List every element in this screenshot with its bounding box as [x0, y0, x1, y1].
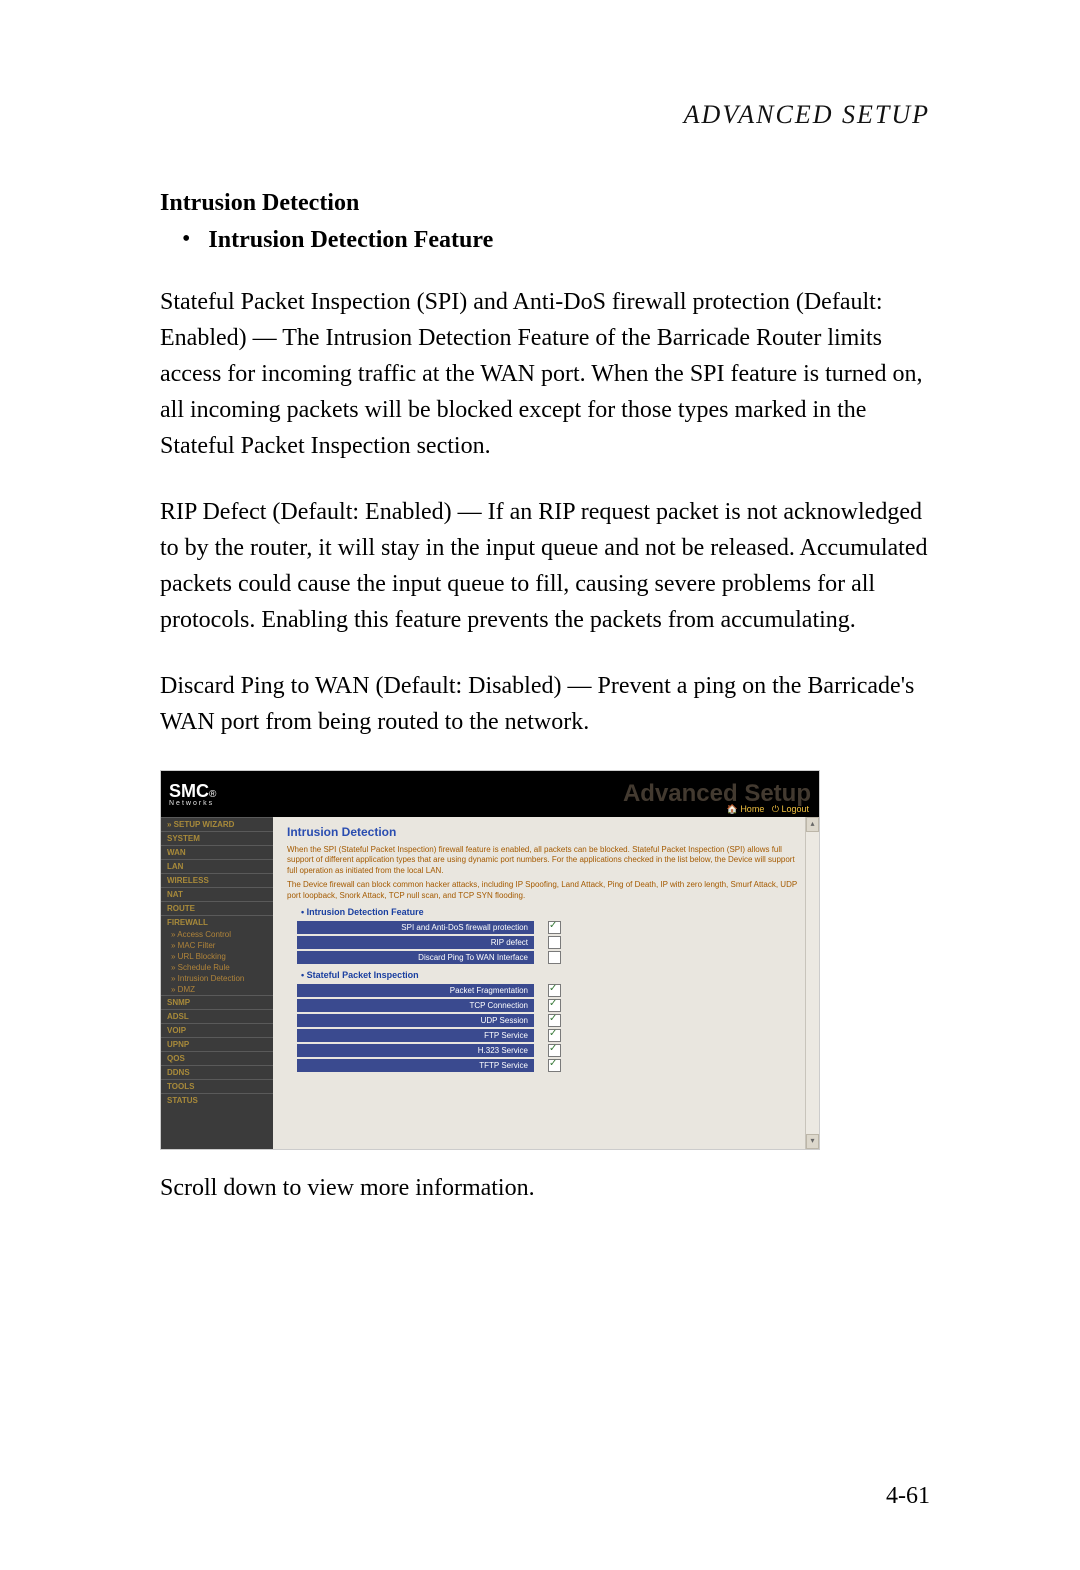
router-banner: SMC® Networks Advanced Setup 🏠 Home ⏻ Lo… — [161, 771, 819, 817]
setting-row: SPI and Anti-DoS firewall protection — [287, 921, 805, 934]
setting-row: UDP Session — [287, 1014, 805, 1027]
setting-row: Discard Ping To WAN Interface — [287, 951, 805, 964]
scroll-note: Scroll down to view more information. — [160, 1170, 930, 1206]
setting-row: H.323 Service — [287, 1044, 805, 1057]
setting-label: RIP defect — [297, 936, 534, 949]
setting-checkbox[interactable] — [548, 951, 561, 964]
panel-title: Intrusion Detection — [287, 825, 805, 839]
scroll-up-icon[interactable]: ▴ — [806, 817, 819, 832]
section-title: Intrusion Detection — [160, 190, 930, 217]
sidebar-item[interactable]: SYSTEM — [161, 831, 273, 845]
setting-label: SPI and Anti-DoS firewall protection — [297, 921, 534, 934]
sidebar-item[interactable]: DDNS — [161, 1065, 273, 1079]
setting-checkbox[interactable] — [548, 999, 561, 1012]
paragraph: RIP Defect (Default: Enabled) — If an RI… — [160, 494, 930, 638]
setting-row: TCP Connection — [287, 999, 805, 1012]
setting-label: UDP Session — [297, 1014, 534, 1027]
sub-bullet-text: Intrusion Detection Feature — [208, 227, 493, 254]
sidebar-item[interactable]: LAN — [161, 859, 273, 873]
setting-checkbox[interactable] — [548, 921, 561, 934]
setting-checkbox[interactable] — [548, 1014, 561, 1027]
sidebar-subitem[interactable]: » Access Control — [161, 929, 273, 940]
setting-label: Packet Fragmentation — [297, 984, 534, 997]
paragraph: Stateful Packet Inspection (SPI) and Ant… — [160, 284, 930, 464]
sidebar-item[interactable]: QoS — [161, 1051, 273, 1065]
setting-row: Packet Fragmentation — [287, 984, 805, 997]
setting-checkbox[interactable] — [548, 1029, 561, 1042]
setting-row: FTP Service — [287, 1029, 805, 1042]
panel-description: When the SPI (Stateful Packet Inspection… — [287, 845, 805, 876]
panel-sub-heading: • Intrusion Detection Feature — [301, 907, 805, 917]
sidebar-item[interactable]: NAT — [161, 887, 273, 901]
router-main-panel: Intrusion Detection When the SPI (Statef… — [273, 817, 819, 1149]
logout-link[interactable]: ⏻ Logout — [772, 804, 809, 814]
panel-sub-heading: • Stateful Packet Inspection — [301, 970, 805, 980]
scroll-down-icon[interactable]: ▾ — [806, 1134, 819, 1149]
sidebar-subitem[interactable]: » MAC Filter — [161, 940, 273, 951]
setting-label: Discard Ping To WAN Interface — [297, 951, 534, 964]
bullet-dot-icon: • — [182, 227, 190, 251]
sidebar-subitem[interactable]: » Intrusion Detection — [161, 973, 273, 984]
panel-description: The Device firewall can block common hac… — [287, 880, 805, 901]
setting-checkbox[interactable] — [548, 1059, 561, 1072]
setting-checkbox[interactable] — [548, 1044, 561, 1057]
sidebar-item[interactable]: STATUS — [161, 1093, 273, 1107]
sidebar-subitem[interactable]: » URL Blocking — [161, 951, 273, 962]
sidebar-item[interactable]: WIRELESS — [161, 873, 273, 887]
sidebar-subitem[interactable]: » DMZ — [161, 984, 273, 995]
setting-row: RIP defect — [287, 936, 805, 949]
sidebar-subitem[interactable]: » Schedule Rule — [161, 962, 273, 973]
setting-label: TCP Connection — [297, 999, 534, 1012]
sidebar-item[interactable]: » SETUP WIZARD — [161, 817, 273, 831]
scrollbar[interactable]: ▴ ▾ — [805, 817, 819, 1149]
setting-label: TFTP Service — [297, 1059, 534, 1072]
sidebar-item[interactable]: SNMP — [161, 995, 273, 1009]
sidebar-item[interactable]: FIREWALL — [161, 915, 273, 929]
setting-row: TFTP Service — [287, 1059, 805, 1072]
sidebar-item[interactable]: UPnP — [161, 1037, 273, 1051]
router-logo: SMC® Networks — [169, 782, 216, 807]
setting-checkbox[interactable] — [548, 936, 561, 949]
sidebar-item[interactable]: ADSL — [161, 1009, 273, 1023]
sidebar-item[interactable]: ROUTE — [161, 901, 273, 915]
sidebar-item[interactable]: WAN — [161, 845, 273, 859]
setting-label: H.323 Service — [297, 1044, 534, 1057]
page-header: ADVANCED SETUP — [160, 100, 930, 130]
router-screenshot: SMC® Networks Advanced Setup 🏠 Home ⏻ Lo… — [160, 770, 820, 1150]
paragraph: Discard Ping to WAN (Default: Disabled) … — [160, 668, 930, 740]
sidebar-item[interactable]: VoIP — [161, 1023, 273, 1037]
page-number: 4-61 — [886, 1483, 930, 1510]
sub-bullet: • Intrusion Detection Feature — [160, 227, 930, 254]
router-sidebar: » SETUP WIZARDSYSTEMWANLANWIRELESSNATROU… — [161, 817, 273, 1149]
sidebar-item[interactable]: TOOLS — [161, 1079, 273, 1093]
setting-checkbox[interactable] — [548, 984, 561, 997]
home-link[interactable]: 🏠 Home — [727, 804, 765, 814]
router-body: » SETUP WIZARDSYSTEMWANLANWIRELESSNATROU… — [161, 817, 819, 1149]
manual-page: ADVANCED SETUP Intrusion Detection • Int… — [0, 0, 1080, 1570]
setting-label: FTP Service — [297, 1029, 534, 1042]
router-top-links: 🏠 Home ⏻ Logout — [727, 804, 809, 815]
